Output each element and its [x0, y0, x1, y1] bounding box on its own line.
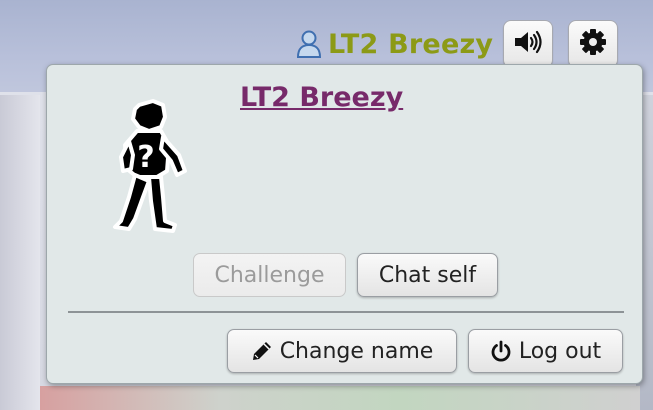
speaker-volume-icon	[513, 29, 543, 59]
log-out-button[interactable]: Log out	[468, 329, 623, 373]
svg-text:?: ?	[137, 140, 154, 175]
user-popup: ? LT2 Breezy Challenge Chat self Change …	[46, 64, 643, 384]
divider	[68, 311, 624, 313]
background-bottom-strip	[40, 386, 640, 410]
background-left-panel	[0, 95, 40, 410]
username-link[interactable]: LT2 Breezy	[328, 29, 493, 60]
sound-button[interactable]	[503, 20, 554, 68]
avatar: ?	[109, 97, 199, 237]
chat-self-label: Chat self	[378, 262, 477, 288]
challenge-button[interactable]: Challenge	[193, 253, 346, 297]
change-name-button[interactable]: Change name	[227, 329, 457, 373]
gear-icon	[579, 28, 607, 60]
log-out-label: Log out	[518, 338, 602, 364]
settings-button[interactable]	[568, 20, 619, 68]
power-icon	[490, 340, 512, 362]
popup-username-link[interactable]: LT2 Breezy	[240, 82, 403, 113]
challenge-label: Challenge	[214, 262, 325, 288]
change-name-label: Change name	[279, 338, 434, 364]
user-bar: LT2 Breezy	[296, 18, 619, 70]
user-icon	[296, 29, 322, 59]
pencil-icon	[251, 340, 273, 362]
chat-self-button[interactable]: Chat self	[357, 253, 498, 297]
